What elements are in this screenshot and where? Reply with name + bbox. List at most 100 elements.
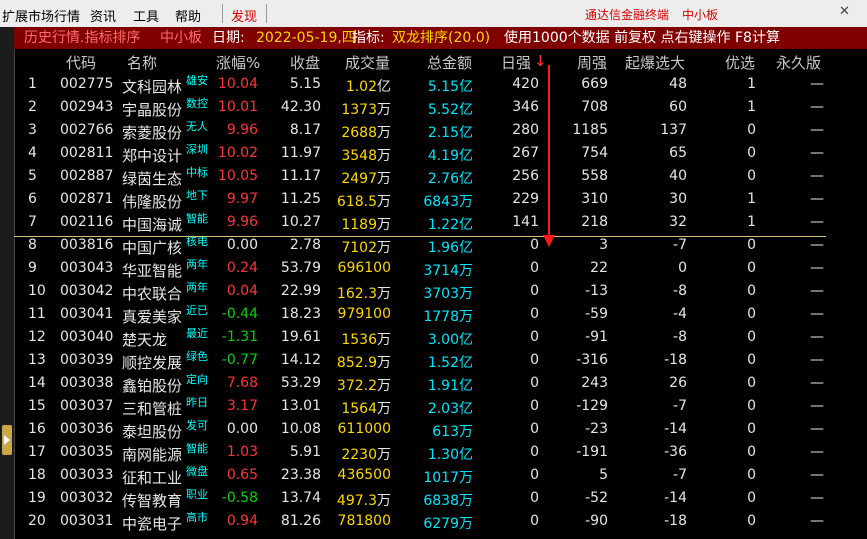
table-row[interactable]: 13 003039 顺控发展 绿色 -0.77 14.12 852.9万 1.52亿 0 -316… — [14, 349, 867, 372]
col-permanent[interactable]: 永久版 — [776, 52, 821, 73]
week-strength: -91 — [585, 329, 608, 345]
change-pct: 10.01 — [217, 99, 258, 115]
row-index: 19 — [28, 490, 46, 506]
preferred-flag: 0 — [747, 306, 756, 322]
volume: 611000 — [338, 421, 391, 437]
row-index: 7 — [28, 214, 37, 230]
change-pct: 0.94 — [226, 513, 258, 529]
close-price: 10.27 — [280, 214, 321, 230]
volume-value: 1.02 — [345, 79, 377, 95]
amount: 2.03亿 — [428, 398, 473, 418]
amount-value: 613 — [432, 424, 459, 440]
table-row[interactable]: 19 003032 传智教育 职业 -0.58 13.74 497.3万 6838万 0 -52-… — [14, 487, 867, 510]
col-name[interactable]: 名称 — [127, 52, 157, 73]
col-preferred[interactable]: 优选 — [725, 52, 755, 73]
stock-code: 003033 — [60, 467, 114, 483]
col-amount[interactable]: 总金额 — [427, 52, 472, 73]
volume-value: 1189 — [341, 217, 377, 233]
amount: 613万 — [432, 421, 473, 441]
volume: 1564万 — [341, 398, 391, 418]
volume-unit: 万 — [377, 240, 391, 256]
row-index: 4 — [28, 145, 37, 161]
row-index: 16 — [28, 421, 46, 437]
amount-unit: 亿 — [459, 332, 473, 348]
col-close[interactable]: 收盘 — [290, 52, 320, 73]
table-row[interactable]: 3 002766 索菱股份 无人 9.96 8.17 2688万 2.15亿 280 1185 13… — [14, 119, 867, 142]
menu-divider — [222, 4, 223, 23]
preferred-flag: 0 — [747, 122, 756, 138]
sort-desc-icon: ↓ — [534, 52, 547, 70]
table-row[interactable]: 1 002775 文科园林 雄安 10.04 5.15 1.02亿 5.15亿 420 669 48… — [14, 73, 867, 96]
menu-ext-market[interactable]: 扩展市场行情 — [2, 6, 80, 25]
week-strength: 5 — [599, 467, 608, 483]
breakout-score: -7 — [673, 398, 687, 414]
stock-code: 002116 — [60, 214, 114, 230]
stock-code: 002871 — [60, 191, 114, 207]
volume: 2688万 — [341, 122, 391, 142]
table-row[interactable]: 15 003037 三和管桩 昨日 3.17 13.01 1564万 2.03亿 0 -129 -7… — [14, 395, 867, 418]
change-pct: -1.31 — [221, 329, 258, 345]
table-row[interactable]: 14 003038 鑫铂股份 定向 7.68 53.29 372.2万 1.91亿 0 243 26… — [14, 372, 867, 395]
date-value: 2022-05-19,四 — [256, 30, 356, 46]
col-code[interactable]: 代码 — [66, 52, 96, 73]
close-price: 8.17 — [289, 122, 321, 138]
stock-code: 003032 — [60, 490, 114, 506]
concept-tag: 最近 — [186, 327, 208, 340]
table-row[interactable]: 17 003035 南网能源 智能 1.03 5.91 2230万 1.30亿 0 -191 -36… — [14, 441, 867, 464]
day-strength: 346 — [512, 99, 539, 115]
table-row[interactable]: 9 003043 华亚智能 两年 0.24 53.79 696100 3714万 0 22 0 0 — — [14, 257, 867, 280]
menu-tools[interactable]: 工具 — [133, 6, 159, 25]
week-strength: 310 — [581, 191, 608, 207]
col-week-strength[interactable]: 周强 — [577, 52, 607, 73]
col-pct[interactable]: 涨幅% — [216, 52, 260, 73]
col-day-strength[interactable]: 日强 — [501, 52, 531, 73]
preferred-flag: 1 — [747, 99, 756, 115]
col-breakout[interactable]: 起爆选大 — [625, 52, 685, 73]
volume: 2230万 — [341, 444, 391, 464]
menu-discover[interactable]: 发现 — [231, 6, 257, 25]
table-row[interactable]: 18 003033 征和工业 微盘 0.65 23.38 436500 1017万 0 5 -7 0 — — [14, 464, 867, 487]
breakout-score: -14 — [664, 421, 687, 437]
menu-news[interactable]: 资讯 — [90, 6, 116, 25]
preferred-flag: 1 — [747, 214, 756, 230]
table-row[interactable]: 4 002811 郑中设计 深圳 10.02 11.97 3548万 4.19亿 267 754 6… — [14, 142, 867, 165]
stock-code: 003039 — [60, 352, 114, 368]
amount-value: 1.30 — [427, 447, 459, 463]
change-pct: 9.97 — [226, 191, 258, 207]
menu-help[interactable]: 帮助 — [175, 6, 201, 25]
table-row[interactable]: 2 002943 宇晶股份 数控 10.01 42.30 1373万 5.52亿 346 708 6… — [14, 96, 867, 119]
close-icon[interactable]: ✕ — [839, 4, 853, 19]
table-row[interactable]: 7 002116 中国海诚 智能 9.96 10.27 1189万 1.22亿 141 218 32… — [14, 211, 867, 234]
amount-value: 6279 — [423, 516, 459, 532]
table-row[interactable]: 12 003040 楚天龙 最近 -1.31 19.61 1536万 3.00亿 0 -91 -8 0… — [14, 326, 867, 349]
concept-tag: 近已 — [186, 304, 208, 317]
table-row[interactable]: 16 003036 泰坦股份 发可 0.00 10.08 611000 613万 0 -23 -14… — [14, 418, 867, 441]
volume: 497.3万 — [337, 490, 391, 510]
permanent-value: — — [810, 352, 824, 368]
change-pct: 0.24 — [226, 260, 258, 276]
table-row[interactable]: 6 002871 伟隆股份 地下 9.97 11.25 618.5万 6843万 229 310 3… — [14, 188, 867, 211]
table-row[interactable]: 11 003041 真爱美家 近已 -0.44 18.23 979100 1778万 0 -59 -… — [14, 303, 867, 326]
amount-unit: 万 — [459, 493, 473, 509]
amount-unit: 亿 — [459, 79, 473, 95]
col-volume[interactable]: 成交量 — [345, 52, 390, 73]
close-price: 10.08 — [280, 421, 321, 437]
stock-name: 真爱美家 — [122, 308, 183, 326]
breakout-score: -18 — [664, 352, 687, 368]
stock-code: 003031 — [60, 513, 114, 529]
expand-panel-icon[interactable] — [2, 425, 12, 455]
week-strength: -129 — [576, 398, 608, 414]
table-row[interactable]: 8 003816 中国广核 核电 0.00 2.78 7102万 1.96亿 0 3 -7 0— — [14, 234, 867, 257]
indicator-value[interactable]: 双龙排序(20.0) — [392, 27, 490, 49]
table-row[interactable]: 20 003031 中瓷电子 高市 0.94 81.26 781800 6279万 0 -90 -1… — [14, 510, 867, 533]
concept-tag: 微盘 — [186, 465, 208, 478]
amount: 1.91亿 — [428, 375, 473, 395]
table-row[interactable]: 10 003042 中农联合 两年 0.04 22.99 162.3万 3703万 0 -13 -8… — [14, 280, 867, 303]
volume-value: 497.3 — [336, 493, 377, 509]
table-row[interactable]: 5 002887 绿茵生态 中标 10.05 11.17 2497万 2.76亿 256 558 4… — [14, 165, 867, 188]
volume-value: 2688 — [341, 125, 377, 141]
breakout-score: 32 — [669, 214, 687, 230]
concept-tag: 两年 — [186, 281, 208, 294]
preferred-flag: 0 — [747, 421, 756, 437]
amount-value: 1017 — [423, 470, 459, 486]
